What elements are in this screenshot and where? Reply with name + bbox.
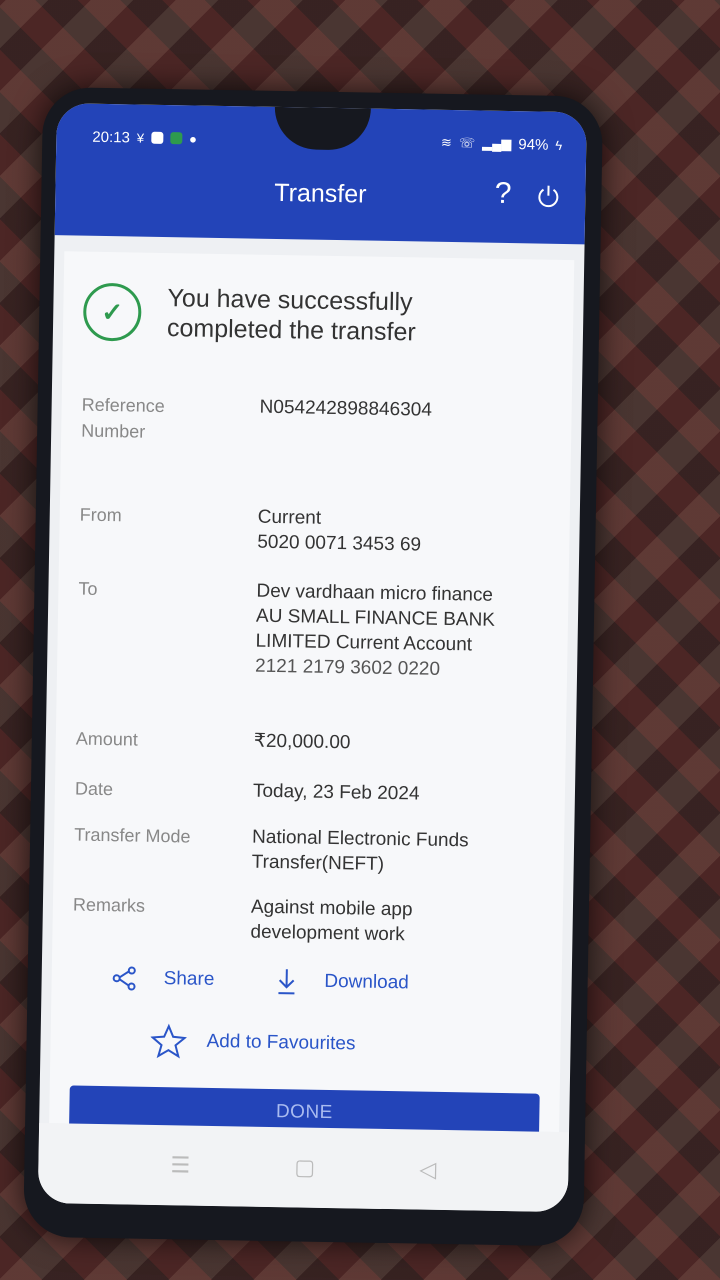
amount-label: Amount <box>75 728 139 750</box>
reference-label: Reference Number <box>81 394 165 442</box>
share-icon <box>112 966 136 991</box>
to-value: Dev vardhaan micro finance AU SMALL FINA… <box>255 579 527 684</box>
success-message: You have successfully completed the tran… <box>166 284 416 347</box>
to-label: To <box>78 578 98 599</box>
status-right: ≋ ☏ ▂▄▆ 94% ϟ <box>441 134 563 153</box>
transfer-mode-label: Transfer Mode <box>73 824 191 847</box>
from-value: Current 5020 0071 3453 69 <box>257 505 528 560</box>
add-to-favourites-button[interactable]: Add to Favourites <box>150 1023 356 1063</box>
menu-nav-icon[interactable]: ☰ <box>170 1152 190 1178</box>
transfer-receipt-card: ✓ You have successfully completed the tr… <box>49 251 575 1140</box>
message-notification-icon <box>170 132 183 145</box>
help-icon[interactable]: ? <box>494 177 511 211</box>
star-icon <box>150 1023 187 1059</box>
app-notification-icon <box>151 131 164 144</box>
from-row: From Current 5020 0071 3453 69 <box>80 502 550 556</box>
amount-value: ₹20,000.00 <box>253 730 351 754</box>
notification-icon: ¥ <box>136 130 145 146</box>
settings-notification-icon: ● <box>188 130 198 147</box>
download-label: Download <box>324 970 410 994</box>
transfer-mode-row: Transfer Mode National Electronic Funds … <box>74 822 544 875</box>
date-label: Date <box>74 778 114 800</box>
signal-icon: ▂▄▆ <box>482 135 512 152</box>
amount-row: Amount ₹20,000.00 <box>76 726 546 754</box>
charging-icon: ϟ <box>555 137 563 153</box>
share-button[interactable]: Share <box>111 964 215 994</box>
home-nav-icon[interactable]: ▢ <box>294 1154 315 1180</box>
reference-row: Reference Number N054242898846304 <box>81 392 552 442</box>
date-row: Date Today, 23 Feb 2024 <box>75 776 545 805</box>
download-icon <box>278 969 295 995</box>
remarks-value: Against mobile app development work <box>250 896 413 946</box>
success-banner: ✓ You have successfully completed the tr… <box>82 282 468 349</box>
download-button[interactable]: Download <box>274 967 409 997</box>
date-value: Today, 23 Feb 2024 <box>252 780 420 805</box>
from-label: From <box>79 504 122 526</box>
android-nav-bar: ☰ ▢ ◁ <box>37 1122 570 1213</box>
back-nav-icon[interactable]: ◁ <box>419 1157 436 1183</box>
reference-value: N054242898846304 <box>259 396 433 421</box>
to-row: To Dev vardhaan micro finance AU SMALL F… <box>78 576 549 680</box>
to-account-number: 2121 2179 3602 0220 <box>254 655 441 680</box>
share-label: Share <box>163 968 215 990</box>
volte-icon: ☏ <box>458 135 476 151</box>
status-time: 20:13 <box>92 128 131 146</box>
transfer-mode-value: National Electronic Funds Transfer(NEFT) <box>251 826 469 875</box>
wifi-icon: ≋ <box>440 134 453 151</box>
power-icon[interactable] <box>535 183 561 209</box>
favourites-label: Add to Favourites <box>206 1030 356 1055</box>
remarks-label: Remarks <box>72 894 146 916</box>
remarks-row: Remarks Against mobile app development w… <box>73 892 543 946</box>
phone-device: 20:13 ¥ ● ≋ ☏ ▂▄▆ 94% ϟ Transfer ? ✓ You… <box>23 86 604 1247</box>
battery-level: 94% <box>518 135 549 154</box>
check-circle-icon: ✓ <box>82 282 142 342</box>
receipt-actions: Share Download <box>111 964 521 999</box>
to-bank: AU SMALL FINANCE BANK LIMITED Current Ac… <box>255 605 496 656</box>
status-left: 20:13 ¥ ● <box>92 128 197 147</box>
phone-screen: 20:13 ¥ ● ≋ ☏ ▂▄▆ 94% ϟ Transfer ? ✓ You… <box>37 103 587 1213</box>
from-account-number: 5020 0071 3453 69 <box>257 531 422 556</box>
